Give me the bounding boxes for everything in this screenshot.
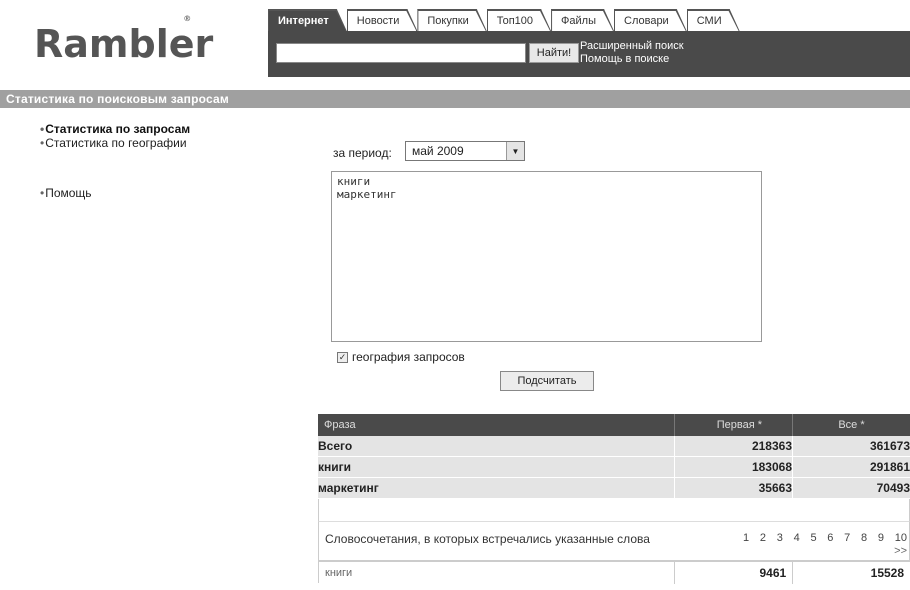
page-link[interactable]: 9 [878,532,884,545]
search-help-link[interactable]: Помощь в поиске [580,53,684,66]
tab-media[interactable]: СМИ [687,9,740,31]
results-table: Фраза Первая * Все * Всего 218363 361673… [318,414,910,584]
results-header: Фраза Первая * Все * [318,414,910,436]
column-header-all[interactable]: Все * [792,414,910,436]
period-label: за период: [333,146,392,160]
column-header-first[interactable]: Первая * [674,414,792,436]
table-spacer [318,499,910,521]
tab-top100[interactable]: Топ100 [487,9,551,31]
column-header-phrase[interactable]: Фраза [318,419,674,431]
chevron-down-icon[interactable]: ▼ [506,142,524,160]
combinations-title: Словосочетания, в которых встречались ук… [325,532,650,546]
nav-item-geo-stats[interactable]: •Статистика по географии [40,136,190,150]
queries-textarea[interactable]: книги маркетинг [331,171,762,342]
geo-checkbox-label: география запросов [352,350,465,364]
nav-item-help[interactable]: •Помощь [40,186,190,200]
search-bar: Найти! Расширенный поиск Помощь в поиске [268,31,910,77]
tab-news[interactable]: Новости [347,9,418,31]
advanced-search-link[interactable]: Расширенный поиск [580,40,684,53]
bullet-icon: • [40,136,45,150]
page-link[interactable]: 4 [794,532,800,545]
nav-item-query-stats[interactable]: •Статистика по запросам [40,122,190,136]
logo-registered-mark: ® [183,14,192,24]
geo-checkbox[interactable]: ✓ [337,351,348,363]
page-link[interactable]: 6 [827,532,833,545]
bullet-icon: • [40,122,45,136]
table-row: Всего 218363 361673 [318,435,910,457]
section-title: Статистика по поисковым запросам [6,92,229,106]
combinations-header: Словосочетания, в которых встречались ук… [318,521,910,561]
bullet-icon: • [40,186,45,200]
section-header: Статистика по поисковым запросам [0,90,910,108]
page-link[interactable]: 2 [760,532,766,545]
category-tabs: Интернет Новости Покупки Топ100 Файлы Сл… [268,9,740,31]
table-row: книги 9461 15528 [318,561,910,584]
page-link[interactable]: 7 [844,532,850,545]
next-page-link[interactable]: >> [743,545,910,558]
page-link[interactable]: 1 [743,532,749,545]
search-button[interactable]: Найти! [529,43,579,63]
search-links: Расширенный поиск Помощь в поиске [580,40,684,66]
table-row: маркетинг 35663 70493 [318,477,910,499]
left-navigation: •Статистика по запросам •Статистика по г… [40,122,190,200]
page-link[interactable]: 5 [810,532,816,545]
rambler-logo[interactable]: Rambler® [34,14,221,66]
pagination: 1 2 3 4 5 6 7 8 9 10 >> [743,525,910,558]
search-input[interactable] [276,43,526,63]
period-select-value: май 2009 [412,144,464,158]
tab-files[interactable]: Файлы [551,9,614,31]
geo-checkbox-row[interactable]: ✓ география запросов [337,350,465,364]
page-link[interactable]: 8 [861,532,867,545]
logo-text: Rambler [34,22,214,66]
tab-dictionaries[interactable]: Словари [614,9,687,31]
tab-shopping[interactable]: Покупки [417,9,486,31]
table-row: книги 183068 291861 [318,456,910,478]
tab-internet[interactable]: Интернет [268,9,347,31]
page-link[interactable]: 10 [895,532,907,545]
calculate-button[interactable]: Подсчитать [500,371,594,391]
period-select[interactable]: май 2009 ▼ [405,141,525,161]
page-link[interactable]: 3 [777,532,783,545]
